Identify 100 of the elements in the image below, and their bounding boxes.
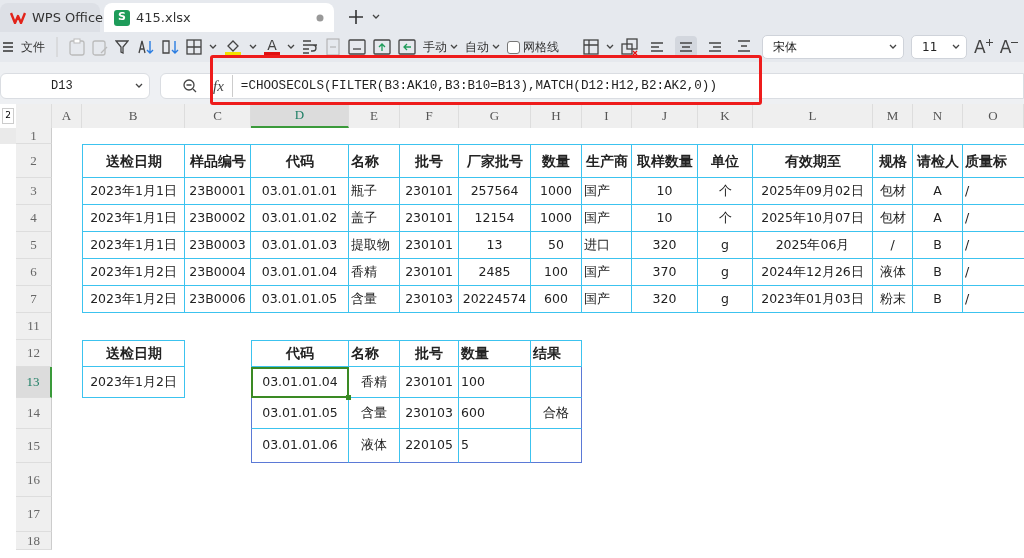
column-heading: 批号 bbox=[400, 144, 459, 178]
outline-level-button[interactable]: 2 bbox=[2, 108, 14, 124]
row-header[interactable]: 17 bbox=[16, 497, 52, 532]
table-cell: 2485 bbox=[459, 259, 531, 286]
name-box[interactable]: D13 bbox=[0, 73, 150, 99]
table-cell: 320 bbox=[632, 286, 698, 313]
row-header[interactable]: 6 bbox=[16, 259, 52, 286]
row-height-icon[interactable] bbox=[348, 39, 366, 55]
column-width-button[interactable]: 自动 bbox=[465, 38, 500, 56]
font-size-select[interactable]: 11 bbox=[911, 35, 967, 59]
row-height-button[interactable]: 手动 bbox=[423, 38, 458, 56]
borders-icon[interactable] bbox=[186, 39, 202, 55]
outline-bar bbox=[0, 128, 16, 144]
column-header[interactable]: N bbox=[913, 104, 963, 128]
logo-icon bbox=[10, 11, 26, 24]
row-header[interactable]: 12 bbox=[16, 340, 52, 367]
caret-icon[interactable] bbox=[450, 44, 458, 50]
file-menu[interactable]: 文件 bbox=[21, 38, 45, 56]
font-select[interactable]: 宋体 bbox=[762, 35, 904, 59]
caret-icon[interactable] bbox=[889, 44, 897, 50]
row-header[interactable]: 2 bbox=[16, 144, 52, 178]
row-header[interactable]: 16 bbox=[16, 463, 52, 497]
sort-descending-icon[interactable] bbox=[161, 39, 179, 55]
merge-cells-icon[interactable] bbox=[325, 38, 341, 56]
table-cell: 12154 bbox=[459, 205, 531, 232]
table-cell: B bbox=[913, 259, 963, 286]
row-header[interactable]: 5 bbox=[16, 232, 52, 259]
table-cell: 23B0002 bbox=[185, 205, 251, 232]
tab[interactable]: S 415.xlsx bbox=[104, 3, 334, 32]
caret-icon[interactable] bbox=[209, 44, 217, 50]
column-header[interactable]: E bbox=[349, 104, 400, 128]
column-header[interactable]: J bbox=[632, 104, 698, 128]
column-heading: 批号 bbox=[400, 340, 459, 367]
row-header[interactable]: 3 bbox=[16, 178, 52, 205]
table-cell: 5 bbox=[459, 429, 531, 463]
table-cell: 320 bbox=[632, 232, 698, 259]
new-tab-icon[interactable] bbox=[348, 9, 364, 25]
column-header[interactable]: K bbox=[698, 104, 753, 128]
zoom-icon[interactable] bbox=[183, 79, 197, 93]
table-cell: 10 bbox=[632, 178, 698, 205]
column-heading: 代码 bbox=[251, 340, 349, 367]
table-cell: 1000 bbox=[531, 205, 582, 232]
column-heading: 数量 bbox=[531, 144, 582, 178]
insert-column-icon[interactable] bbox=[398, 39, 416, 55]
table-cell: 2023年1月2日 bbox=[82, 259, 185, 286]
clear-format-icon[interactable] bbox=[621, 38, 639, 56]
table-cell: 03.01.01.01 bbox=[251, 178, 349, 205]
table-cell: g bbox=[698, 232, 753, 259]
wrap-text-icon[interactable] bbox=[302, 39, 318, 55]
sort-ascending-icon[interactable] bbox=[136, 39, 154, 55]
table-cell: 370 bbox=[632, 259, 698, 286]
font-color-button[interactable]: A bbox=[264, 38, 280, 56]
insert-row-icon[interactable] bbox=[373, 39, 391, 55]
row-header[interactable]: 7 bbox=[16, 286, 52, 313]
column-header[interactable]: C bbox=[185, 104, 251, 128]
caret-icon[interactable] bbox=[952, 44, 960, 50]
gridlines-checkbox[interactable]: 网格线 bbox=[507, 38, 559, 56]
table-cell: 2023年1月2日 bbox=[82, 367, 185, 398]
column-heading: 有效期至 bbox=[753, 144, 873, 178]
column-header[interactable]: B bbox=[82, 104, 185, 128]
table-cell: 盖子 bbox=[349, 205, 400, 232]
align-center-button[interactable] bbox=[675, 36, 697, 58]
column-header[interactable]: I bbox=[582, 104, 632, 128]
row-header[interactable]: 15 bbox=[16, 429, 52, 463]
formula-input[interactable]: =CHOOSECOLS(FILTER(B3:AK10,B3:B10=B13),MATCH(D12:H12,B2:AK2,0)) bbox=[240, 76, 717, 96]
caret-icon[interactable] bbox=[135, 83, 143, 89]
table-style-icon[interactable] bbox=[583, 39, 599, 55]
caret-icon[interactable] bbox=[249, 44, 257, 50]
column-header[interactable]: O bbox=[963, 104, 1024, 128]
column-header[interactable]: H bbox=[531, 104, 582, 128]
column-header[interactable]: L bbox=[753, 104, 873, 128]
row-header[interactable]: 13 bbox=[16, 367, 52, 398]
table-cell: 包材 bbox=[873, 178, 913, 205]
filter-icon[interactable] bbox=[115, 39, 129, 55]
decrease-font-button[interactable]: A bbox=[999, 38, 1019, 56]
row-header[interactable]: 1 bbox=[16, 128, 52, 144]
increase-font-button[interactable]: A bbox=[974, 38, 993, 56]
caret-icon[interactable] bbox=[372, 14, 380, 20]
align-left-icon bbox=[649, 39, 665, 55]
table-cell: 2023年1月1日 bbox=[82, 178, 185, 205]
row-header[interactable]: 14 bbox=[16, 398, 52, 429]
row-header[interactable]: 11 bbox=[16, 313, 52, 340]
column-header[interactable]: M bbox=[873, 104, 913, 128]
column-header[interactable]: D bbox=[251, 104, 349, 128]
caret-icon[interactable] bbox=[287, 44, 295, 50]
column-header[interactable]: G bbox=[459, 104, 531, 128]
table-cell: 个 bbox=[698, 178, 753, 205]
column-heading: 样品编号 bbox=[185, 144, 251, 178]
menu-icon[interactable] bbox=[2, 41, 14, 53]
caret-icon[interactable] bbox=[492, 44, 500, 50]
row-header[interactable]: 18 bbox=[16, 532, 52, 550]
fill-color-icon[interactable] bbox=[224, 38, 242, 56]
column-header[interactable]: F bbox=[400, 104, 459, 128]
caret-icon[interactable] bbox=[606, 44, 614, 50]
row-header[interactable]: 4 bbox=[16, 205, 52, 232]
fill-handle[interactable] bbox=[346, 395, 351, 400]
function-button[interactable]: fx bbox=[213, 74, 233, 98]
column-header[interactable]: A bbox=[52, 104, 82, 128]
table-cell: 进口 bbox=[582, 232, 632, 259]
table-cell: 23B0001 bbox=[185, 178, 251, 205]
